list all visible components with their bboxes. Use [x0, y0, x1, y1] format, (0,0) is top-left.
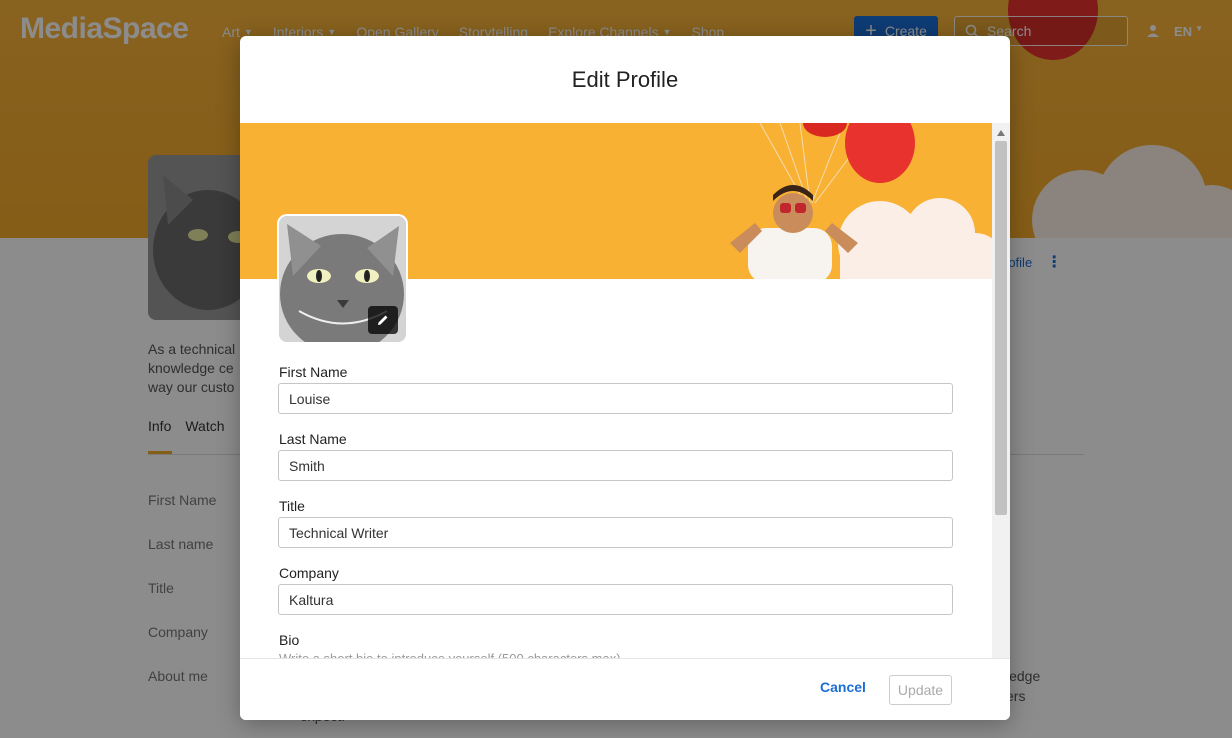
- modal-footer: Cancel Update: [240, 658, 1010, 720]
- last-name-label: Last Name: [279, 431, 347, 447]
- modal-title: Edit Profile: [571, 66, 679, 92]
- pencil-icon: [378, 315, 388, 325]
- update-button[interactable]: Update: [889, 675, 952, 705]
- edit-avatar-button[interactable]: [368, 306, 398, 334]
- modal-body: First Name Last Name Title Company Bio W…: [240, 123, 1010, 694]
- company-input[interactable]: [278, 584, 953, 615]
- last-name-input[interactable]: [278, 450, 953, 481]
- cancel-button[interactable]: Cancel: [820, 679, 866, 695]
- first-name-input[interactable]: [278, 383, 953, 414]
- first-name-label: First Name: [279, 364, 348, 380]
- title-label: Title: [279, 498, 305, 514]
- scroll-thumb[interactable]: [995, 141, 1007, 515]
- modal-header: Edit Profile: [240, 36, 1010, 123]
- bio-label: Bio: [279, 632, 300, 648]
- edit-profile-modal: Edit Profile First Name Louise Last Name…: [240, 36, 1010, 720]
- title-input[interactable]: [278, 517, 953, 548]
- modal-scrollbar[interactable]: [992, 123, 1010, 694]
- company-label: Company: [279, 565, 339, 581]
- avatar-image[interactable]: [279, 216, 406, 342]
- scroll-up-icon[interactable]: [992, 125, 1010, 141]
